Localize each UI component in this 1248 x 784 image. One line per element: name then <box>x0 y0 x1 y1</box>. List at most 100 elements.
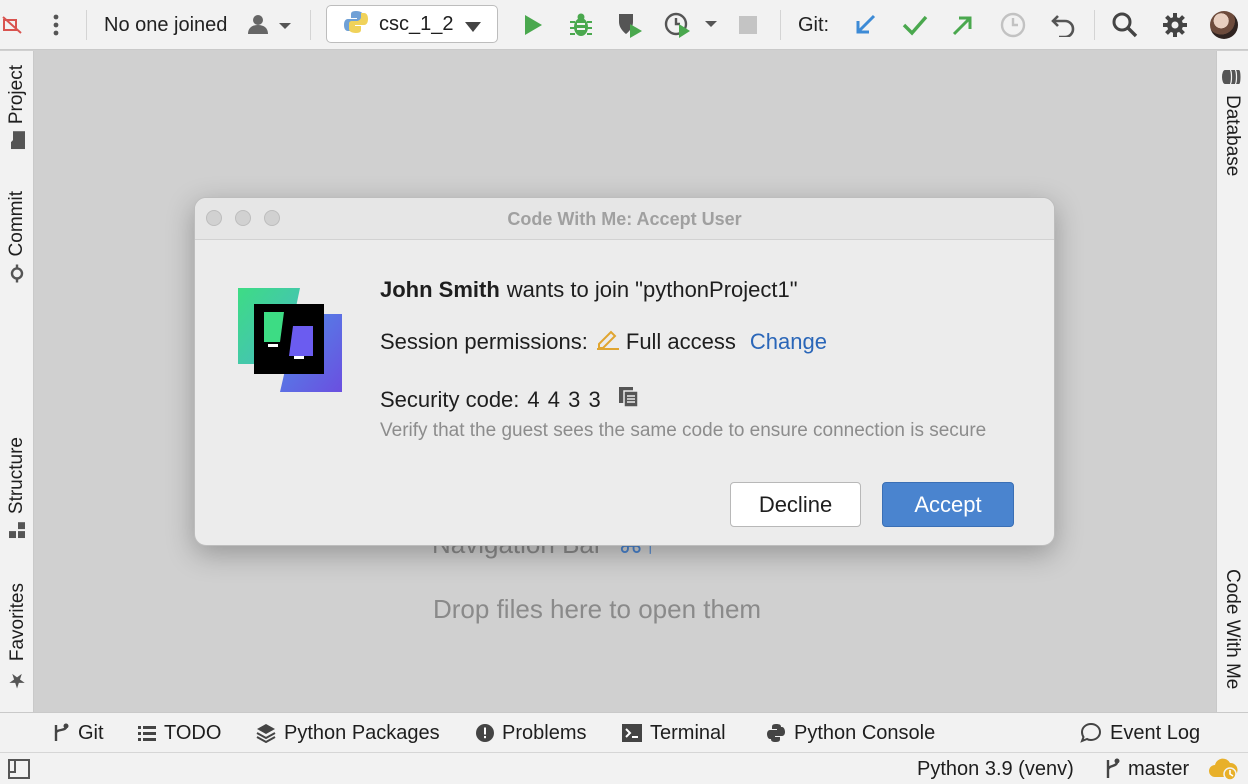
security-code-value: 4 4 3 3 <box>527 387 602 412</box>
list-icon <box>138 726 156 741</box>
search-icon <box>1112 12 1138 38</box>
tab-structure-label: Structure <box>6 437 27 515</box>
structure-icon <box>6 522 28 539</box>
tab-git-label: Git <box>78 721 104 744</box>
tab-commit-label: Commit <box>6 191 27 257</box>
search-button[interactable] <box>1110 0 1140 50</box>
tab-problems[interactable]: Problems <box>476 713 586 753</box>
tab-python-packages-label: Python Packages <box>284 721 440 744</box>
permissions-label: Session permissions: <box>380 329 588 354</box>
gear-icon <box>1163 13 1187 37</box>
bug-icon <box>570 13 592 36</box>
collab-status[interactable]: No one joined <box>104 0 227 50</box>
tab-event-log-label: Event Log <box>1110 721 1201 744</box>
git-history-button[interactable] <box>998 0 1028 50</box>
tab-terminal-label: Terminal <box>650 721 726 744</box>
more-options-icon[interactable] <box>44 0 68 50</box>
tab-commit[interactable]: Commit <box>6 191 28 283</box>
warning-circle-icon <box>476 724 494 742</box>
git-branch-selector[interactable]: master <box>1104 753 1189 784</box>
tab-todo-label: TODO <box>164 721 222 744</box>
settings-button[interactable] <box>1160 0 1190 50</box>
permissions-value: Full access <box>625 329 736 354</box>
coverage-icon <box>619 14 642 38</box>
tab-structure[interactable]: Structure <box>6 437 28 539</box>
tab-code-with-me-label: Code With Me <box>1222 569 1243 690</box>
tab-problems-label: Problems <box>502 721 587 744</box>
left-tool-strip: Project Commit Structure ★ Favorites <box>0 51 34 712</box>
run-with-coverage-button[interactable] <box>614 0 646 50</box>
git-branch-icon <box>1106 758 1120 778</box>
tab-python-console[interactable]: Python Console <box>766 713 935 753</box>
code-with-me-logo <box>238 288 342 392</box>
tab-todo[interactable]: TODO <box>138 713 221 753</box>
stop-button[interactable] <box>736 0 760 50</box>
profile-dropdown[interactable] <box>662 0 722 50</box>
no-connection-icon[interactable] <box>0 0 24 50</box>
git-push-button[interactable] <box>948 0 978 50</box>
git-label: Git: <box>798 13 830 36</box>
commit-icon <box>6 264 28 283</box>
run-icon <box>525 15 542 35</box>
tab-python-packages[interactable]: Python Packages <box>256 713 440 753</box>
arrow-down-left-icon <box>856 14 876 34</box>
speech-bubble-icon <box>1080 722 1102 743</box>
collab-status-label: No one joined <box>104 13 228 36</box>
users-dropdown[interactable] <box>244 0 292 50</box>
git-commit-button[interactable] <box>900 0 930 50</box>
security-code-row: Security code: 4 4 3 3 <box>380 386 640 414</box>
dialog-titlebar: Code With Me: Accept User <box>195 198 1054 240</box>
main-toolbar: No one joined csc_1_2 Git: <box>0 0 1248 50</box>
run-config-selector[interactable]: csc_1_2 <box>326 5 498 43</box>
interpreter-selector[interactable]: Python 3.9 (venv) <box>917 753 1074 784</box>
session-permissions-row: Session permissions: Full access Change <box>380 328 827 356</box>
accept-button[interactable]: Accept <box>882 482 1014 527</box>
database-icon <box>1222 66 1242 88</box>
tab-terminal[interactable]: Terminal <box>622 713 726 753</box>
status-bar: Python 3.9 (venv) master <box>0 752 1248 784</box>
checkmark-icon <box>902 15 928 36</box>
guest-name: John Smith <box>380 277 500 302</box>
stop-icon <box>739 16 757 34</box>
arrow-up-right-icon <box>952 16 972 36</box>
debug-button[interactable] <box>566 0 596 50</box>
clock-icon <box>1000 12 1026 38</box>
accept-user-dialog: Code With Me: Accept User John Smith wan… <box>194 197 1055 546</box>
run-button[interactable] <box>520 0 546 50</box>
tab-project-label: Project <box>6 65 27 125</box>
right-tool-strip: Database Code With Me <box>1216 51 1248 712</box>
python-icon <box>343 9 369 40</box>
security-code-label: Security code: <box>380 387 520 412</box>
star-icon: ★ <box>7 669 29 694</box>
pencil-icon <box>596 328 620 356</box>
change-permissions-link[interactable]: Change <box>750 329 827 355</box>
dialog-title: Code With Me: Accept User <box>507 209 742 229</box>
tab-database[interactable]: Database <box>1221 67 1243 176</box>
join-request-message: wants to join "pythonProject1" <box>506 277 798 302</box>
run-config-label: csc_1_2 <box>379 12 454 35</box>
tab-database-label: Database <box>1222 95 1243 177</box>
tab-favorites-label: Favorites <box>7 583 28 662</box>
toggle-tool-windows-icon[interactable] <box>8 753 30 784</box>
git-branch-icon <box>54 723 69 741</box>
copy-icon[interactable] <box>618 386 640 414</box>
verify-hint: Verify that the guest sees the same code… <box>380 420 987 441</box>
tab-git[interactable]: Git <box>52 713 104 753</box>
branch-label: master <box>1128 757 1190 780</box>
join-request-text: John Smith wants to join "pythonProject1… <box>380 277 798 303</box>
tab-project[interactable]: Project <box>6 65 28 151</box>
decline-button[interactable]: Decline <box>730 482 861 527</box>
tab-favorites[interactable]: ★ Favorites <box>6 583 30 693</box>
chevron-down-icon <box>465 19 481 37</box>
git-update-button[interactable] <box>850 0 880 50</box>
bottom-tool-tabs: Git TODO Python Packages Problems Termin… <box>0 712 1248 752</box>
drop-files-hint: Drop files here to open them <box>433 594 762 624</box>
tab-code-with-me[interactable]: Code With Me <box>1221 569 1243 689</box>
user-avatar[interactable] <box>1208 0 1240 50</box>
tab-python-console-label: Python Console <box>794 721 936 744</box>
git-rollback-button[interactable] <box>1048 0 1078 50</box>
layers-icon <box>256 724 276 743</box>
code-with-me-status-icon[interactable] <box>1208 753 1238 784</box>
folder-icon <box>9 129 25 151</box>
tab-event-log[interactable]: Event Log <box>1080 713 1200 753</box>
